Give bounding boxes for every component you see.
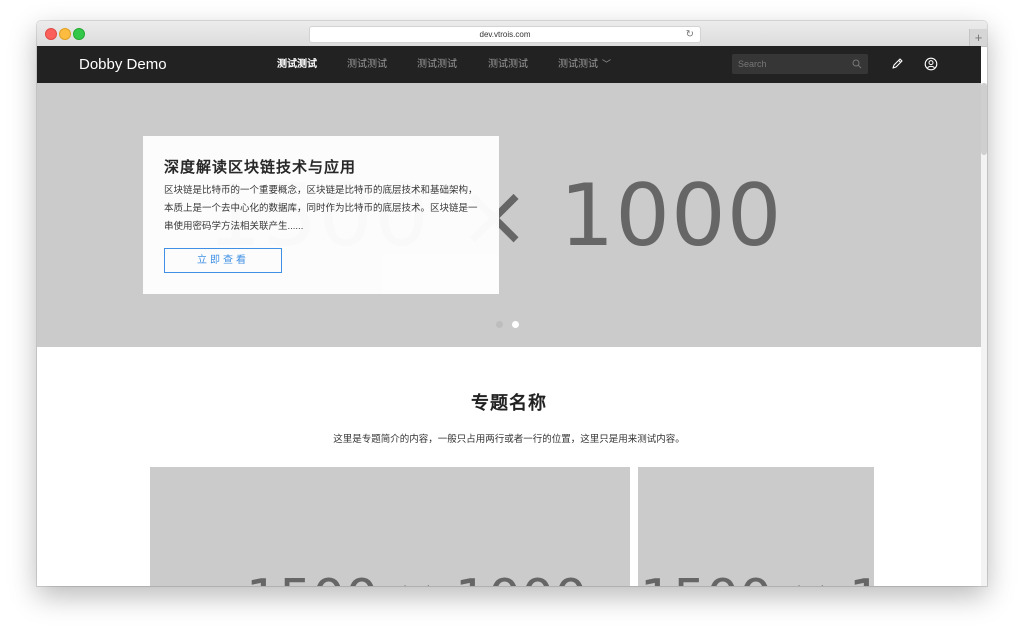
address-bar[interactable]: dev.vtrois.com ↻ xyxy=(309,26,701,43)
hero-description: 区块链是比特币的一个重要概念，区块链是比特币的底层技术和基础架构，本质上是一个去… xyxy=(164,185,478,232)
minimize-window-button[interactable] xyxy=(59,28,71,40)
topic-description: 这里是专题简介的内容，一般只占用两行或者一行的位置，这里只是用来测试内容。 xyxy=(333,434,685,445)
nav-item-2[interactable]: 测试测试 xyxy=(347,46,387,83)
nav-item-1[interactable]: 测试测试 xyxy=(277,46,317,83)
user-icon[interactable] xyxy=(924,57,938,71)
nav-item-dropdown-label: 测试测试 xyxy=(558,59,598,70)
tile-image-placeholder: 1500 × 1000 xyxy=(246,573,587,586)
browser-window: dev.vtrois.com ↻ + Dobby Demo 测试测试 测试测试 … xyxy=(37,21,987,586)
search-icon[interactable] xyxy=(852,59,862,69)
search-box xyxy=(732,54,868,74)
carousel-dot-1[interactable] xyxy=(496,321,503,328)
reload-icon[interactable]: ↻ xyxy=(686,27,694,42)
topic-title: 专题名称 xyxy=(471,393,547,413)
hero-carousel: 1500 × 1000 深度解读区块链技术与应用 区块链是比特币的一个重要概念，… xyxy=(37,83,981,347)
title-bar: dev.vtrois.com ↻ + xyxy=(37,21,987,47)
topic-tile-2[interactable]: 1500 × 1000 xyxy=(638,467,874,586)
zoom-window-button[interactable] xyxy=(73,28,85,40)
topic-tile-1[interactable]: 1500 × 1000 xyxy=(150,467,630,586)
scrollbar-thumb[interactable] xyxy=(981,83,987,155)
nav-item-3[interactable]: 测试测试 xyxy=(417,46,457,83)
pencil-icon[interactable] xyxy=(890,57,904,71)
nav-item-dropdown[interactable]: 测试测试 ﹀ xyxy=(558,46,611,83)
url-text: dev.vtrois.com xyxy=(479,30,531,39)
hero-title: 深度解读区块链技术与应用 xyxy=(164,159,357,176)
site-brand[interactable]: Dobby Demo xyxy=(79,46,167,83)
site-navbar: Dobby Demo 测试测试 测试测试 测试测试 测试测试 测试测试 ﹀ xyxy=(37,46,981,83)
view-now-button[interactable]: 立即查看 xyxy=(164,248,282,273)
nav-item-4[interactable]: 测试测试 xyxy=(488,46,528,83)
chevron-down-icon: ﹀ xyxy=(602,59,612,69)
page-scrollbar[interactable] xyxy=(981,83,987,586)
carousel-dot-2[interactable] xyxy=(512,321,519,328)
search-input[interactable] xyxy=(738,54,846,74)
tile-image-placeholder: 1500 × 1000 xyxy=(640,573,874,586)
hero-card: 深度解读区块链技术与应用 区块链是比特币的一个重要概念，区块链是比特币的底层技术… xyxy=(143,136,499,294)
new-tab-button[interactable]: + xyxy=(969,29,987,46)
close-window-button[interactable] xyxy=(45,28,57,40)
